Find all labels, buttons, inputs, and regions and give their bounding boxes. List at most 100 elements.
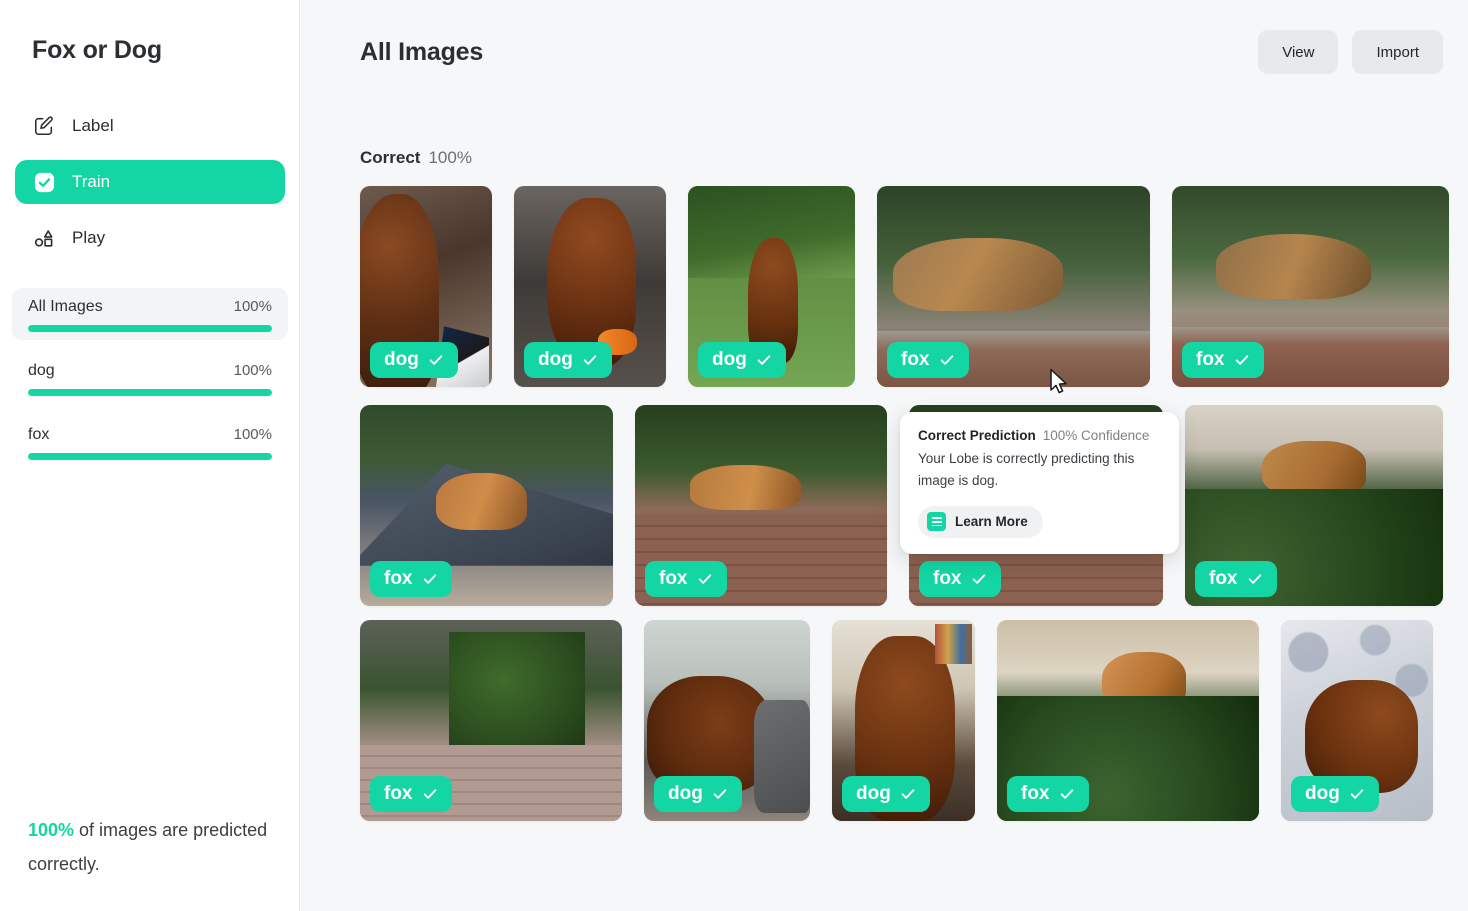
sidebar-nav: Label Train Play — [15, 104, 285, 272]
image-card[interactable]: fox — [360, 405, 613, 606]
check-icon — [940, 355, 953, 365]
image-card[interactable]: dog — [360, 186, 492, 387]
check-icon — [1350, 789, 1364, 799]
page-title: All Images — [360, 37, 484, 66]
accuracy-value: 100% — [28, 819, 75, 840]
progress-row-dog[interactable]: dog 100% — [12, 352, 288, 404]
learn-more-button[interactable]: Learn More — [918, 505, 1043, 538]
check-icon — [757, 355, 771, 365]
view-button[interactable]: View — [1258, 30, 1339, 74]
check-square-icon — [32, 170, 56, 194]
prediction-label: dog — [712, 349, 747, 370]
image-card[interactable]: dog — [1281, 620, 1433, 821]
progress-name: All Images — [28, 298, 103, 315]
progress-row-fox[interactable]: fox 100% — [12, 416, 288, 468]
prediction-label: fox — [1209, 568, 1238, 589]
prediction-badge: fox — [1182, 342, 1264, 378]
check-icon — [972, 574, 985, 584]
sidebar-item-train[interactable]: Train — [15, 160, 285, 204]
main-content: All Images View Import Correct 100% dog — [300, 0, 1468, 911]
progress-track — [28, 325, 272, 332]
import-button[interactable]: Import — [1352, 30, 1443, 74]
progress-row-all-images[interactable]: All Images 100% — [12, 288, 288, 340]
tooltip-body: Your Lobe is correctly predicting this i… — [918, 451, 1135, 488]
prediction-badge: fox — [1007, 776, 1089, 812]
sidebar-item-play-text: Play — [72, 228, 106, 247]
image-grid-row: dog dog dog fox fox — [360, 186, 1449, 387]
prediction-label: dog — [668, 783, 703, 804]
progress-fill — [28, 453, 272, 460]
image-card[interactable]: dog — [644, 620, 810, 821]
prediction-label: dog — [1305, 783, 1340, 804]
prediction-label: fox — [659, 568, 688, 589]
check-icon — [1060, 789, 1073, 799]
check-icon — [423, 789, 436, 799]
image-grid: dog dog dog fox fox fox fox fox fox fox … — [300, 186, 1468, 911]
sidebar-item-play[interactable]: Play — [15, 216, 285, 260]
header-actions: View Import — [1258, 30, 1443, 74]
sidebar-item-train-text: Train — [72, 172, 111, 191]
image-card[interactable]: fox — [877, 186, 1150, 387]
progress-head: fox 100% — [28, 426, 272, 444]
section-label-text: Correct — [360, 148, 421, 167]
prediction-badge: dog — [698, 342, 786, 378]
prediction-badge: dog — [842, 776, 930, 812]
shapes-icon — [32, 226, 56, 250]
check-icon — [1235, 355, 1248, 365]
progress-fill — [28, 389, 272, 396]
image-card[interactable]: dog — [832, 620, 975, 821]
progress-percent: 100% — [233, 362, 272, 379]
progress-percent: 100% — [233, 426, 272, 443]
label-progress-list: All Images 100% dog 100% fox 100% — [12, 288, 288, 480]
progress-percent: 100% — [233, 298, 272, 315]
prediction-badge: fox — [370, 561, 452, 597]
prediction-badge: dog — [1291, 776, 1379, 812]
app-root: Fox or Dog Label Train Play All Images 1… — [0, 0, 1468, 911]
image-card[interactable]: fox — [997, 620, 1259, 821]
check-icon — [713, 789, 727, 799]
prediction-label: dog — [856, 783, 891, 804]
main-header: All Images View Import — [300, 0, 1468, 104]
sidebar: Fox or Dog Label Train Play All Images 1… — [0, 0, 300, 911]
prediction-badge: fox — [370, 776, 452, 812]
prediction-label: fox — [933, 568, 962, 589]
tooltip-title: Correct Prediction — [918, 428, 1036, 443]
image-card[interactable]: fox — [1185, 405, 1443, 606]
prediction-label: fox — [1196, 349, 1225, 370]
prediction-badge: dog — [524, 342, 612, 378]
image-card-hovered[interactable]: dog — [688, 186, 855, 387]
sidebar-item-label-text: Label — [72, 116, 114, 135]
accuracy-summary: 100% of images are predicted correctly. — [28, 813, 268, 881]
section-header: Correct 100% — [360, 148, 472, 168]
tooltip-header: Correct Prediction 100% Confidence — [918, 428, 1161, 443]
prediction-badge: fox — [645, 561, 727, 597]
prediction-label: fox — [1021, 783, 1050, 804]
progress-name: dog — [28, 362, 55, 379]
pencil-square-icon — [32, 114, 56, 138]
progress-track — [28, 453, 272, 460]
project-title: Fox or Dog — [32, 36, 162, 64]
check-icon — [1248, 574, 1261, 584]
progress-head: All Images 100% — [28, 298, 272, 316]
learn-more-label: Learn More — [955, 514, 1028, 530]
prediction-label: fox — [384, 783, 413, 804]
image-card[interactable]: dog — [514, 186, 666, 387]
check-icon — [698, 574, 711, 584]
prediction-badge: dog — [370, 342, 458, 378]
check-icon — [429, 355, 443, 365]
prediction-label: dog — [538, 349, 573, 370]
check-icon — [423, 574, 436, 584]
image-card[interactable]: fox — [360, 620, 622, 821]
prediction-label: dog — [384, 349, 419, 370]
section-percent: 100% — [428, 148, 472, 167]
progress-fill — [28, 325, 272, 332]
progress-track — [28, 389, 272, 396]
tooltip-confidence: 100% Confidence — [1042, 428, 1150, 443]
prediction-badge: dog — [654, 776, 742, 812]
image-grid-row: fox dog dog fox dog — [360, 620, 1433, 821]
image-card[interactable]: fox — [1172, 186, 1449, 387]
document-icon — [927, 512, 946, 532]
prediction-label: fox — [901, 349, 930, 370]
sidebar-item-label[interactable]: Label — [15, 104, 285, 148]
image-card[interactable]: fox — [635, 405, 887, 606]
